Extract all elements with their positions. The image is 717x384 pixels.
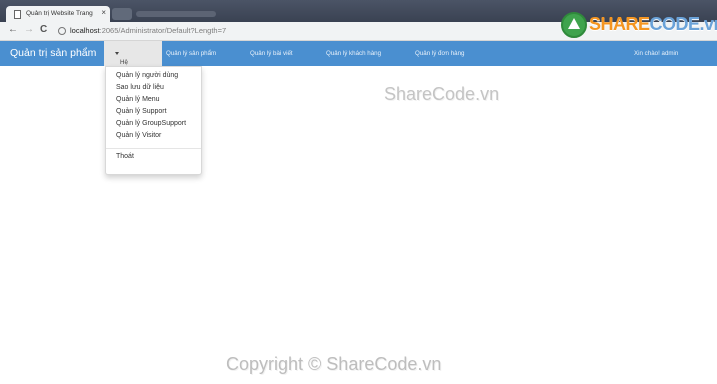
nav-item-posts[interactable]: Quản lý bài viết <box>250 50 293 57</box>
blurred-tab-area <box>136 11 216 17</box>
info-icon[interactable] <box>58 27 66 36</box>
url-path: :2065/Administrator/Default?Length=7 <box>99 26 227 35</box>
menu-item-backup[interactable]: Sao lưu dữ liệu <box>116 84 164 91</box>
logo-share-text: SHARE <box>589 14 650 34</box>
new-tab-button[interactable] <box>112 8 132 20</box>
menu-divider <box>106 148 201 149</box>
watermark-center: ShareCode.vn <box>384 84 500 104</box>
logo-text: SHARECODE.vn <box>589 14 717 35</box>
back-icon[interactable]: ← <box>8 24 18 35</box>
caret-down-icon <box>115 51 119 55</box>
browser-tab[interactable]: Quản trị Website Trang × <box>6 6 110 22</box>
address-bar[interactable]: localhost:2065/Administrator/Default?Len… <box>58 25 558 37</box>
menu-item-users[interactable]: Quản lý người dùng <box>116 72 178 79</box>
nav-item-customers[interactable]: Quản lý khách hàng <box>326 50 381 57</box>
menu-item-visitor[interactable]: Quản lý Visitor <box>116 132 161 139</box>
nav-item-products[interactable]: Quản lý sản phẩm <box>166 50 216 57</box>
tab-title: Quản trị Website Trang <box>26 10 93 17</box>
forward-icon[interactable]: → <box>24 24 34 35</box>
menu-item-menu[interactable]: Quản lý Menu <box>116 96 160 103</box>
logo-code-text: CODE.vn <box>649 14 717 34</box>
menu-item-groupsupport[interactable]: Quản lý GroupSupport <box>116 120 186 127</box>
watermark-footer: Copyright © ShareCode.vn <box>226 354 442 374</box>
navbar-brand[interactable]: Quản trị sản phẩm <box>10 47 96 59</box>
reload-icon[interactable]: C <box>40 24 47 35</box>
logo-mark-icon <box>561 12 587 38</box>
nav-greeting[interactable]: Xin chào! admin <box>634 50 678 57</box>
menu-item-logout[interactable]: Thoát <box>116 153 134 160</box>
page-icon <box>14 10 21 19</box>
close-tab-icon[interactable]: × <box>101 8 106 17</box>
nav-item-system[interactable]: Hệ thống <box>104 41 162 73</box>
nav-item-system-label: Hệ thống <box>112 50 135 73</box>
url-host: localhost <box>70 26 100 35</box>
nav-item-orders[interactable]: Quản lý đơn hàng <box>415 50 464 57</box>
menu-item-support[interactable]: Quản lý Support <box>116 108 167 115</box>
sharecode-logo: SHARECODE.vn <box>558 10 717 42</box>
system-dropdown-menu: Quản lý người dùng Sao lưu dữ liệu Quản … <box>105 66 202 175</box>
